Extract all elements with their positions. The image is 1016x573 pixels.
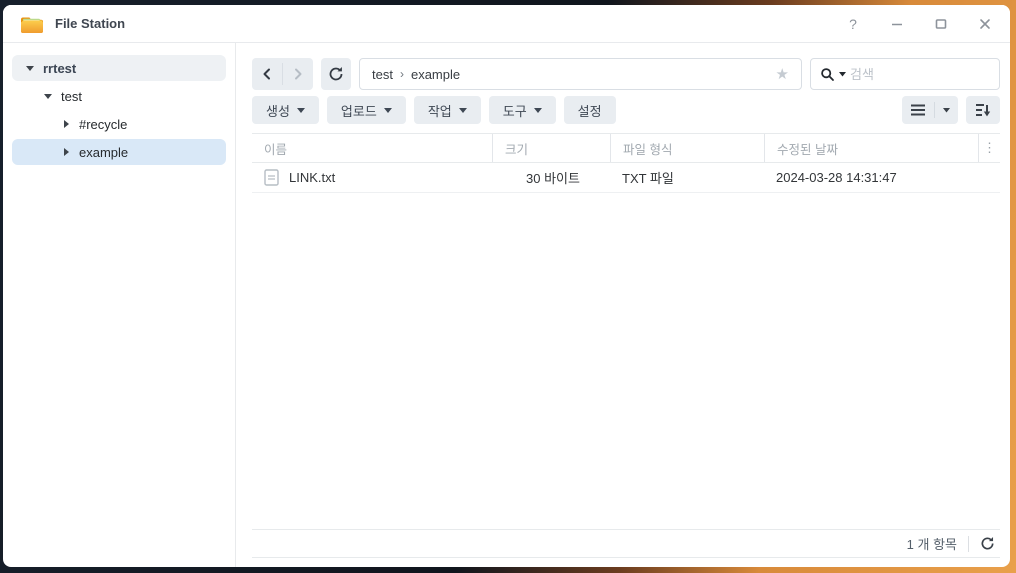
file-type-cell: TXT 파일	[622, 171, 674, 186]
chevron-right-icon[interactable]	[62, 120, 70, 128]
view-mode-split-button	[902, 96, 958, 124]
action-button[interactable]: 작업	[413, 96, 481, 124]
search-icon[interactable]	[820, 67, 835, 82]
back-button[interactable]	[252, 58, 282, 90]
maximize-icon[interactable]	[934, 17, 948, 31]
view-controls	[902, 96, 1000, 124]
list-view-icon[interactable]	[902, 96, 934, 124]
toolbar: 생성 업로드 작업 도구 설정	[252, 96, 1000, 124]
button-label: 도구	[502, 103, 527, 119]
tools-button[interactable]: 도구	[488, 96, 556, 124]
app-title: File Station	[55, 16, 126, 31]
caret-down-icon	[533, 107, 542, 113]
folder-tree-sidebar: rrtest test #recycle example	[3, 43, 236, 567]
table-row[interactable]: LINK.txt 30 바이트 TXT 파일 2024-03-28 14:31:…	[252, 163, 1000, 193]
tree-item-label: example	[79, 144, 129, 160]
file-size-cell: 30 바이트	[526, 171, 580, 186]
app-folder-icon	[19, 13, 45, 35]
breadcrumb-separator: ›	[399, 67, 404, 81]
minimize-icon[interactable]	[890, 17, 904, 31]
file-modified-cell: 2024-03-28 14:31:47	[776, 170, 897, 185]
divider	[968, 535, 969, 552]
table-header: 이름 크기 파일 형식 수정된 날짜 ⋮	[252, 133, 1000, 163]
column-header-name[interactable]: 이름	[252, 139, 492, 158]
titlebar: File Station ?	[3, 5, 1010, 43]
file-name-cell: LINK.txt	[252, 169, 492, 186]
button-label: 업로드	[340, 103, 377, 119]
refresh-button[interactable]	[321, 58, 351, 90]
tree-item-label: #recycle	[79, 116, 128, 132]
upload-button[interactable]: 업로드	[326, 96, 406, 124]
tree-item-label: test	[61, 88, 82, 104]
search-input[interactable]	[850, 66, 990, 82]
breadcrumb-segment-example[interactable]: example	[411, 67, 460, 82]
window-controls: ?	[846, 17, 992, 31]
column-header-modified[interactable]: 수정된 날짜	[764, 134, 978, 162]
main-panel: test › example ★ 검색 생성 업로드 작업 도구 설정 이름 크…	[236, 43, 1010, 567]
view-mode-caret-icon[interactable]	[935, 96, 958, 124]
caret-down-icon	[458, 107, 467, 113]
button-label: 생성	[266, 103, 290, 119]
file-name: LINK.txt	[289, 170, 336, 185]
close-icon[interactable]	[978, 17, 992, 31]
item-count: 1 개 항목	[906, 537, 957, 552]
breadcrumb-segment-test[interactable]: test	[372, 67, 393, 82]
file-station-window: File Station ? rrtest test #recycle exam…	[3, 5, 1010, 567]
refresh-list-icon[interactable]	[980, 536, 995, 551]
window-content: rrtest test #recycle example test › exam…	[3, 43, 1010, 567]
sidebar-item-rrtest[interactable]: rrtest	[12, 55, 226, 81]
create-button[interactable]: 생성	[252, 96, 319, 124]
sidebar-item-test[interactable]: test	[12, 83, 226, 109]
chevron-down-icon[interactable]	[44, 92, 52, 100]
tree-item-label: rrtest	[43, 60, 77, 76]
chevron-down-icon[interactable]	[26, 64, 34, 72]
caret-down-icon	[383, 107, 392, 113]
search-box	[810, 58, 1000, 90]
sidebar-item-example[interactable]: example	[12, 139, 226, 165]
forward-button[interactable]	[283, 58, 313, 90]
status-bar: 1 개 항목	[252, 529, 1000, 558]
settings-button[interactable]: 설정	[563, 96, 616, 124]
breadcrumb[interactable]: test › example ★	[359, 58, 802, 90]
sort-button[interactable]	[966, 96, 1000, 124]
history-nav-group	[252, 58, 313, 90]
bookmark-star-icon[interactable]: ★	[776, 65, 789, 83]
file-list-empty-area	[252, 193, 1000, 529]
navigation-row: test › example ★	[252, 58, 1000, 90]
caret-down-icon	[296, 107, 305, 113]
search-options-caret-icon[interactable]	[839, 71, 846, 77]
button-label: 작업	[427, 103, 452, 119]
help-icon[interactable]: ?	[846, 17, 860, 31]
column-header-type[interactable]: 파일 형식	[610, 134, 764, 162]
button-label: 설정	[577, 103, 602, 119]
column-options-icon[interactable]: ⋮	[978, 134, 1000, 162]
sidebar-item-recycle[interactable]: #recycle	[12, 111, 226, 137]
chevron-right-icon[interactable]	[62, 148, 70, 156]
text-file-icon	[264, 169, 279, 186]
column-header-size[interactable]: 크기	[492, 134, 610, 162]
